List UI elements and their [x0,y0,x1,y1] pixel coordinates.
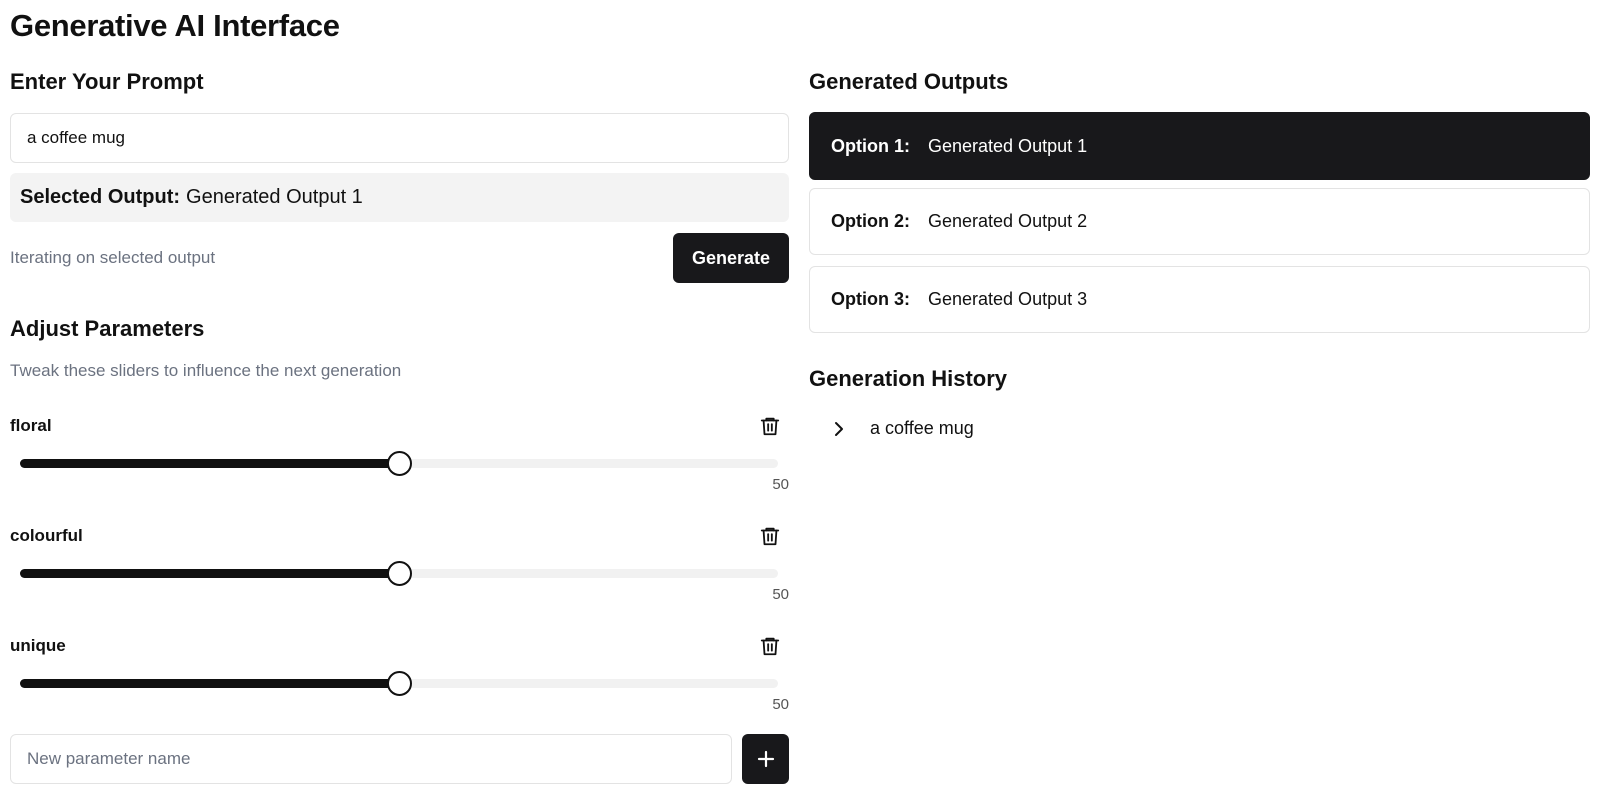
prompt-heading: Enter Your Prompt [10,69,204,94]
outputs-panel: Generated Outputs Option 1: Generated Ou… [809,0,1590,804]
parameters-heading: Adjust Parameters [10,316,205,341]
add-parameter-button[interactable] [742,734,789,784]
output-option-3[interactable]: Option 3: Generated Output 3 [809,266,1590,333]
option-label: Option 2: [831,211,910,231]
parameter-name: floral [10,416,52,435]
prompt-panel: Enter Your Prompt Selected Output: Gener… [10,0,789,804]
trash-icon[interactable] [759,634,781,658]
parameter-value: 50 [772,476,789,493]
plus-icon [757,750,774,768]
trash-icon[interactable] [759,414,781,438]
slider-fill [20,679,399,688]
option-text: Generated Output 1 [928,135,1088,156]
option-label: Option 3: [831,289,910,309]
outputs-heading: Generated Outputs [809,69,1009,94]
output-option-1[interactable]: Option 1: Generated Output 1 [809,112,1590,180]
history-heading: Generation History [809,366,1008,391]
option-text: Generated Output 2 [928,211,1088,231]
parameter-slider[interactable] [20,668,778,698]
history-item-text: a coffee mug [870,418,974,438]
trash-icon[interactable] [759,524,781,548]
history-item[interactable]: a coffee mug [809,418,974,439]
parameter-name: unique [10,636,66,655]
selected-output-value: Generated Output 1 [186,186,363,208]
parameter-row: floral 50 [10,416,789,506]
parameter-value: 50 [772,696,789,713]
output-option-2[interactable]: Option 2: Generated Output 2 [809,188,1590,255]
prompt-input[interactable] [10,113,789,163]
parameter-name: colourful [10,526,83,545]
slider-thumb[interactable] [387,671,412,696]
iterating-status: Iterating on selected output [10,248,216,267]
slider-thumb[interactable] [387,561,412,586]
new-parameter-input[interactable] [10,734,732,784]
option-label: Option 1: [831,135,910,156]
parameters-subtitle: Tweak these sliders to influence the nex… [10,361,402,380]
selected-output-box: Selected Output: Generated Output 1 [10,173,789,222]
slider-fill [20,459,399,468]
parameter-slider[interactable] [20,448,778,478]
parameter-row: colourful 50 [10,526,789,616]
slider-fill [20,569,399,578]
parameter-row: unique 50 [10,636,789,726]
parameter-value: 50 [772,586,789,603]
chevron-right-icon[interactable] [829,419,849,439]
slider-thumb[interactable] [387,451,412,476]
option-text: Generated Output 3 [928,289,1088,309]
selected-output-label: Selected Output: [20,186,181,208]
parameter-slider[interactable] [20,558,778,588]
generate-button[interactable]: Generate [673,233,789,283]
